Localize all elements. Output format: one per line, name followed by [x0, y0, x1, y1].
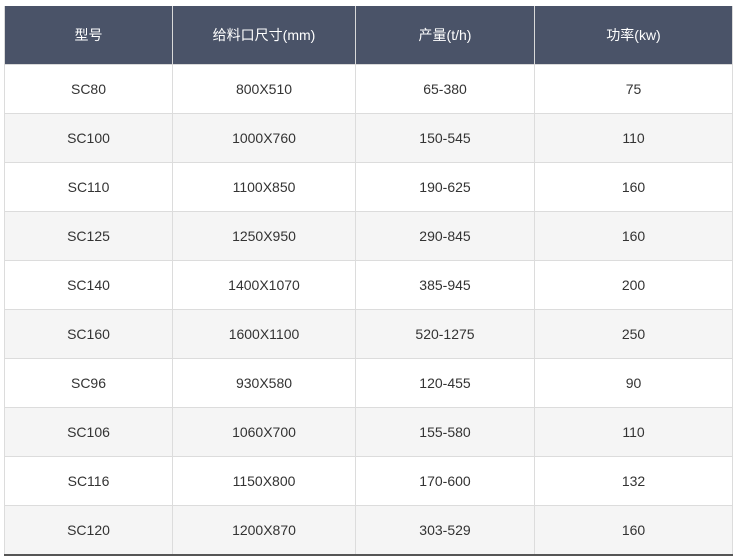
cell-capacity: 65-380: [355, 64, 535, 114]
cell-feed-size: 800X510: [172, 64, 356, 114]
cell-capacity: 303-529: [355, 505, 535, 556]
cell-power: 110: [534, 113, 733, 163]
table-body: SC80 800X510 65-380 75 SC100 1000X760 15…: [4, 64, 733, 556]
cell-model: SC80: [4, 64, 173, 114]
cell-capacity: 150-545: [355, 113, 535, 163]
table-row: SC160 1600X1100 520-1275 250: [4, 309, 733, 359]
cell-model: SC140: [4, 260, 173, 310]
cell-feed-size: 1150X800: [172, 456, 356, 506]
header-model: 型号: [4, 6, 173, 65]
cell-feed-size: 1060X700: [172, 407, 356, 457]
table-row: SC116 1150X800 170-600 132: [4, 456, 733, 506]
table-row: SC96 930X580 120-455 90: [4, 358, 733, 408]
cell-feed-size: 1600X1100: [172, 309, 356, 359]
cell-capacity: 190-625: [355, 162, 535, 212]
cell-power: 200: [534, 260, 733, 310]
cell-model: SC110: [4, 162, 173, 212]
header-feed-size: 给料口尺寸(mm): [172, 6, 356, 65]
cell-model: SC100: [4, 113, 173, 163]
table-row: SC120 1200X870 303-529 160: [4, 505, 733, 556]
cell-power: 160: [534, 211, 733, 261]
cell-model: SC106: [4, 407, 173, 457]
cell-power: 160: [534, 162, 733, 212]
cell-power: 75: [534, 64, 733, 114]
header-capacity: 产量(t/h): [355, 6, 535, 65]
header-row: 型号 给料口尺寸(mm) 产量(t/h) 功率(kw): [4, 6, 733, 65]
cell-feed-size: 1200X870: [172, 505, 356, 556]
table-header: 型号 给料口尺寸(mm) 产量(t/h) 功率(kw): [4, 6, 733, 65]
cell-power: 132: [534, 456, 733, 506]
cell-power: 250: [534, 309, 733, 359]
cell-capacity: 170-600: [355, 456, 535, 506]
table-row: SC100 1000X760 150-545 110: [4, 113, 733, 163]
cell-feed-size: 1100X850: [172, 162, 356, 212]
table-row: SC140 1400X1070 385-945 200: [4, 260, 733, 310]
spec-table-container: 型号 给料口尺寸(mm) 产量(t/h) 功率(kw) SC80 800X510…: [4, 6, 733, 556]
cell-model: SC116: [4, 456, 173, 506]
cell-model: SC120: [4, 505, 173, 556]
spec-table: 型号 给料口尺寸(mm) 产量(t/h) 功率(kw) SC80 800X510…: [4, 6, 733, 556]
table-row: SC80 800X510 65-380 75: [4, 64, 733, 114]
cell-feed-size: 1400X1070: [172, 260, 356, 310]
cell-power: 110: [534, 407, 733, 457]
cell-capacity: 385-945: [355, 260, 535, 310]
cell-capacity: 120-455: [355, 358, 535, 408]
cell-model: SC96: [4, 358, 173, 408]
header-power: 功率(kw): [534, 6, 733, 65]
cell-power: 90: [534, 358, 733, 408]
table-row: SC110 1100X850 190-625 160: [4, 162, 733, 212]
cell-feed-size: 930X580: [172, 358, 356, 408]
cell-model: SC125: [4, 211, 173, 261]
cell-power: 160: [534, 505, 733, 556]
table-row: SC125 1250X950 290-845 160: [4, 211, 733, 261]
cell-capacity: 155-580: [355, 407, 535, 457]
table-row: SC106 1060X700 155-580 110: [4, 407, 733, 457]
cell-capacity: 290-845: [355, 211, 535, 261]
cell-feed-size: 1000X760: [172, 113, 356, 163]
cell-model: SC160: [4, 309, 173, 359]
cell-feed-size: 1250X950: [172, 211, 356, 261]
cell-capacity: 520-1275: [355, 309, 535, 359]
